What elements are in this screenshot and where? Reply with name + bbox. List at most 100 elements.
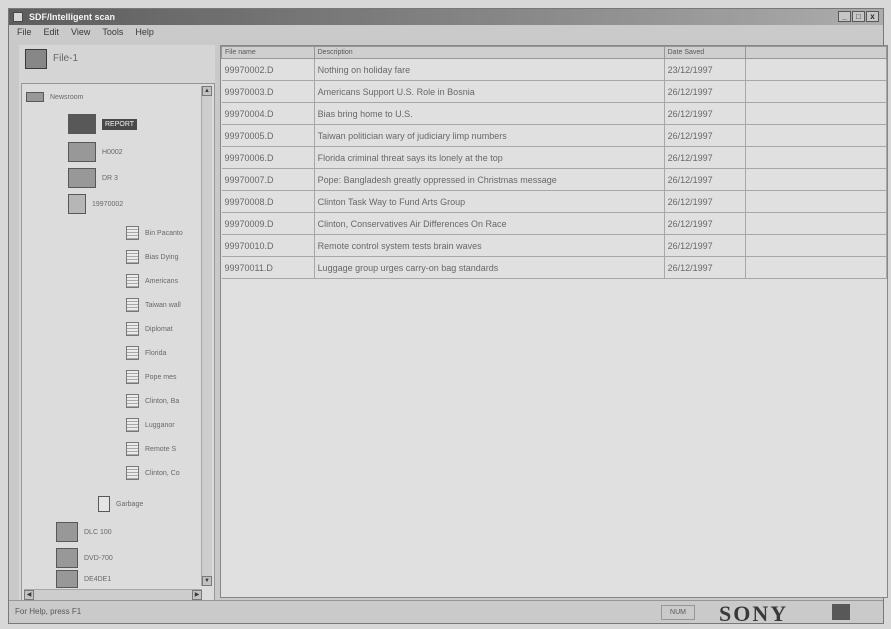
cell-empty — [745, 168, 887, 191]
trash-icon — [98, 496, 110, 512]
close-button[interactable]: x — [866, 11, 879, 22]
table-row[interactable]: 99970002.D Nothing on holiday fare 23/12/1… — [221, 58, 887, 81]
tree-node-garbage[interactable]: Garbage — [98, 496, 143, 512]
tree-node-label: Americans — [145, 277, 179, 285]
cell-description: Pope: Bangladesh greatly oppressed in Ch… — [314, 168, 665, 191]
tree-node-report[interactable]: REPORT — [68, 114, 138, 134]
document-icon — [126, 418, 139, 432]
tree-doc-6[interactable]: Florida — [126, 346, 166, 360]
tree-doc-4[interactable]: Taiwan wall — [126, 298, 181, 312]
tree-node-label: DLC 100 — [84, 528, 112, 536]
scroll-left-arrow-icon[interactable]: ◀ — [24, 590, 34, 600]
tree-node-h0002[interactable]: H0002 — [68, 142, 123, 162]
document-icon — [126, 298, 139, 312]
device-icon — [68, 114, 96, 134]
column-header-empty[interactable] — [745, 46, 887, 59]
table-row[interactable]: 99970008.D Clinton Task Way to Fund Arts … — [221, 190, 887, 213]
maximize-button[interactable]: □ — [852, 11, 865, 22]
cell-description: Taiwan politician wary of judiciary limp… — [314, 124, 665, 147]
table-header-row: File name Description Date Saved — [221, 46, 887, 59]
tree-node-label: Remote S — [145, 445, 177, 453]
tree-node-label: Lugganor — [145, 421, 175, 429]
tree-doc-7[interactable]: Pope mes — [126, 370, 177, 384]
scroll-down-arrow-icon[interactable]: ▼ — [202, 576, 212, 586]
tree-node-label: H0002 — [102, 148, 123, 156]
tree-node-label: REPORT — [102, 118, 138, 130]
tree-doc-8[interactable]: Clinton, Ba — [126, 394, 179, 408]
document-icon — [126, 274, 139, 288]
drive-icon[interactable] — [25, 49, 47, 69]
tree-node-label: Newsroom — [50, 93, 84, 101]
cell-date: 26/12/1997 — [664, 234, 747, 257]
folder-icon — [68, 194, 86, 214]
folder-tree: Newsroom REPORT H0002 DR 3 19970002 Bin … — [21, 83, 215, 603]
menu-edit[interactable]: Edit — [44, 25, 60, 40]
table-row[interactable]: 99970011.D Luggage group urges carry-on b… — [221, 256, 887, 279]
app-window: SDF/Intelligent scan _ □ x File Edit Vie… — [8, 8, 888, 626]
cell-file-name: 99970010.D — [221, 234, 315, 257]
document-icon — [126, 250, 139, 264]
cell-empty — [745, 124, 887, 147]
table-row[interactable]: 99970007.D Pope: Bangladesh greatly oppre… — [221, 168, 887, 191]
cell-file-name: 99970006.D — [221, 146, 315, 169]
computer-icon — [26, 92, 44, 102]
table-row[interactable]: 99970009.D Clinton, Conservatives Air Dif… — [221, 212, 887, 235]
tree-doc-5[interactable]: Diplomat — [126, 322, 173, 336]
menu-file[interactable]: File — [17, 25, 32, 40]
column-header-date-saved[interactable]: Date Saved — [663, 46, 747, 59]
scroll-right-arrow-icon[interactable]: ▶ — [192, 590, 202, 600]
document-icon — [126, 394, 139, 408]
tree-doc-10[interactable]: Remote S — [126, 442, 176, 456]
cell-file-name: 99970011.D — [221, 256, 315, 279]
menu-help[interactable]: Help — [135, 25, 154, 40]
tree-vertical-scrollbar[interactable]: ▲ ▼ — [201, 86, 212, 586]
tree-node-dvd700[interactable]: DVD-700 — [56, 548, 113, 568]
app-icon[interactable] — [13, 12, 23, 22]
cell-empty — [745, 80, 887, 103]
title-bar[interactable]: SDF/Intelligent scan _ □ x — [9, 9, 883, 25]
menu-tools[interactable]: Tools — [102, 25, 123, 40]
tree-node-19970002[interactable]: 19970002 — [68, 194, 123, 214]
tree-doc-2[interactable]: Bias Dying — [126, 250, 178, 264]
table-row[interactable]: 99970006.D Florida criminal threat says i… — [221, 146, 887, 169]
cell-date: 26/12/1997 — [664, 212, 747, 235]
pane-header-label: File-1 — [53, 53, 79, 64]
minimize-button[interactable]: _ — [838, 11, 851, 22]
cell-empty — [745, 212, 887, 235]
table-row[interactable]: 99970010.D Remote control system tests br… — [221, 234, 887, 257]
column-header-description[interactable]: Description — [313, 46, 665, 59]
tree-doc-11[interactable]: Clinton, Co — [126, 466, 180, 480]
cell-empty — [745, 102, 887, 125]
tree-doc-1[interactable]: Bin Pacanto — [126, 226, 183, 240]
tree-node-dr3[interactable]: DR 3 — [68, 168, 118, 188]
tree-node-newsroom[interactable]: Newsroom — [26, 92, 83, 102]
tree-node-label: DVD-700 — [84, 554, 113, 562]
tree-doc-9[interactable]: Lugganor — [126, 418, 175, 432]
menu-view[interactable]: View — [71, 25, 90, 40]
cell-empty — [745, 190, 887, 213]
tree-horizontal-scrollbar[interactable]: ◀ ▶ — [24, 589, 202, 600]
document-icon — [126, 466, 139, 480]
tree-doc-3[interactable]: Americans — [126, 274, 178, 288]
tree-node-dlc100[interactable]: DLC 100 — [56, 522, 112, 542]
cell-date: 26/12/1997 — [664, 256, 747, 279]
tree-node-de4de1[interactable]: DE4DE1 — [56, 570, 111, 588]
column-header-file-name[interactable]: File name — [221, 46, 315, 59]
cell-description: Remote control system tests brain waves — [314, 234, 665, 257]
table-row[interactable]: 99970005.D Taiwan politician wary of judi… — [221, 124, 887, 147]
document-icon — [126, 322, 139, 336]
tree-node-label: 19970002 — [92, 200, 124, 208]
table-row[interactable]: 99970003.D Americans Support U.S. Role in… — [221, 80, 887, 103]
cell-date: 26/12/1997 — [664, 190, 747, 213]
document-icon — [126, 226, 139, 240]
cell-file-name: 99970002.D — [221, 58, 315, 81]
cell-date: 23/12/1997 — [664, 58, 747, 81]
tree-node-label: DR 3 — [102, 174, 118, 182]
scroll-up-arrow-icon[interactable]: ▲ — [202, 86, 212, 96]
cell-description: Luggage group urges carry-on bag standar… — [314, 256, 665, 279]
table-row[interactable]: 99970004.D Bias bring home to U.S. 26/12/1… — [221, 102, 887, 125]
device-icon — [56, 570, 78, 588]
tree-node-label: Taiwan wall — [145, 301, 181, 309]
cell-empty — [745, 58, 887, 81]
device-icon — [68, 168, 96, 188]
